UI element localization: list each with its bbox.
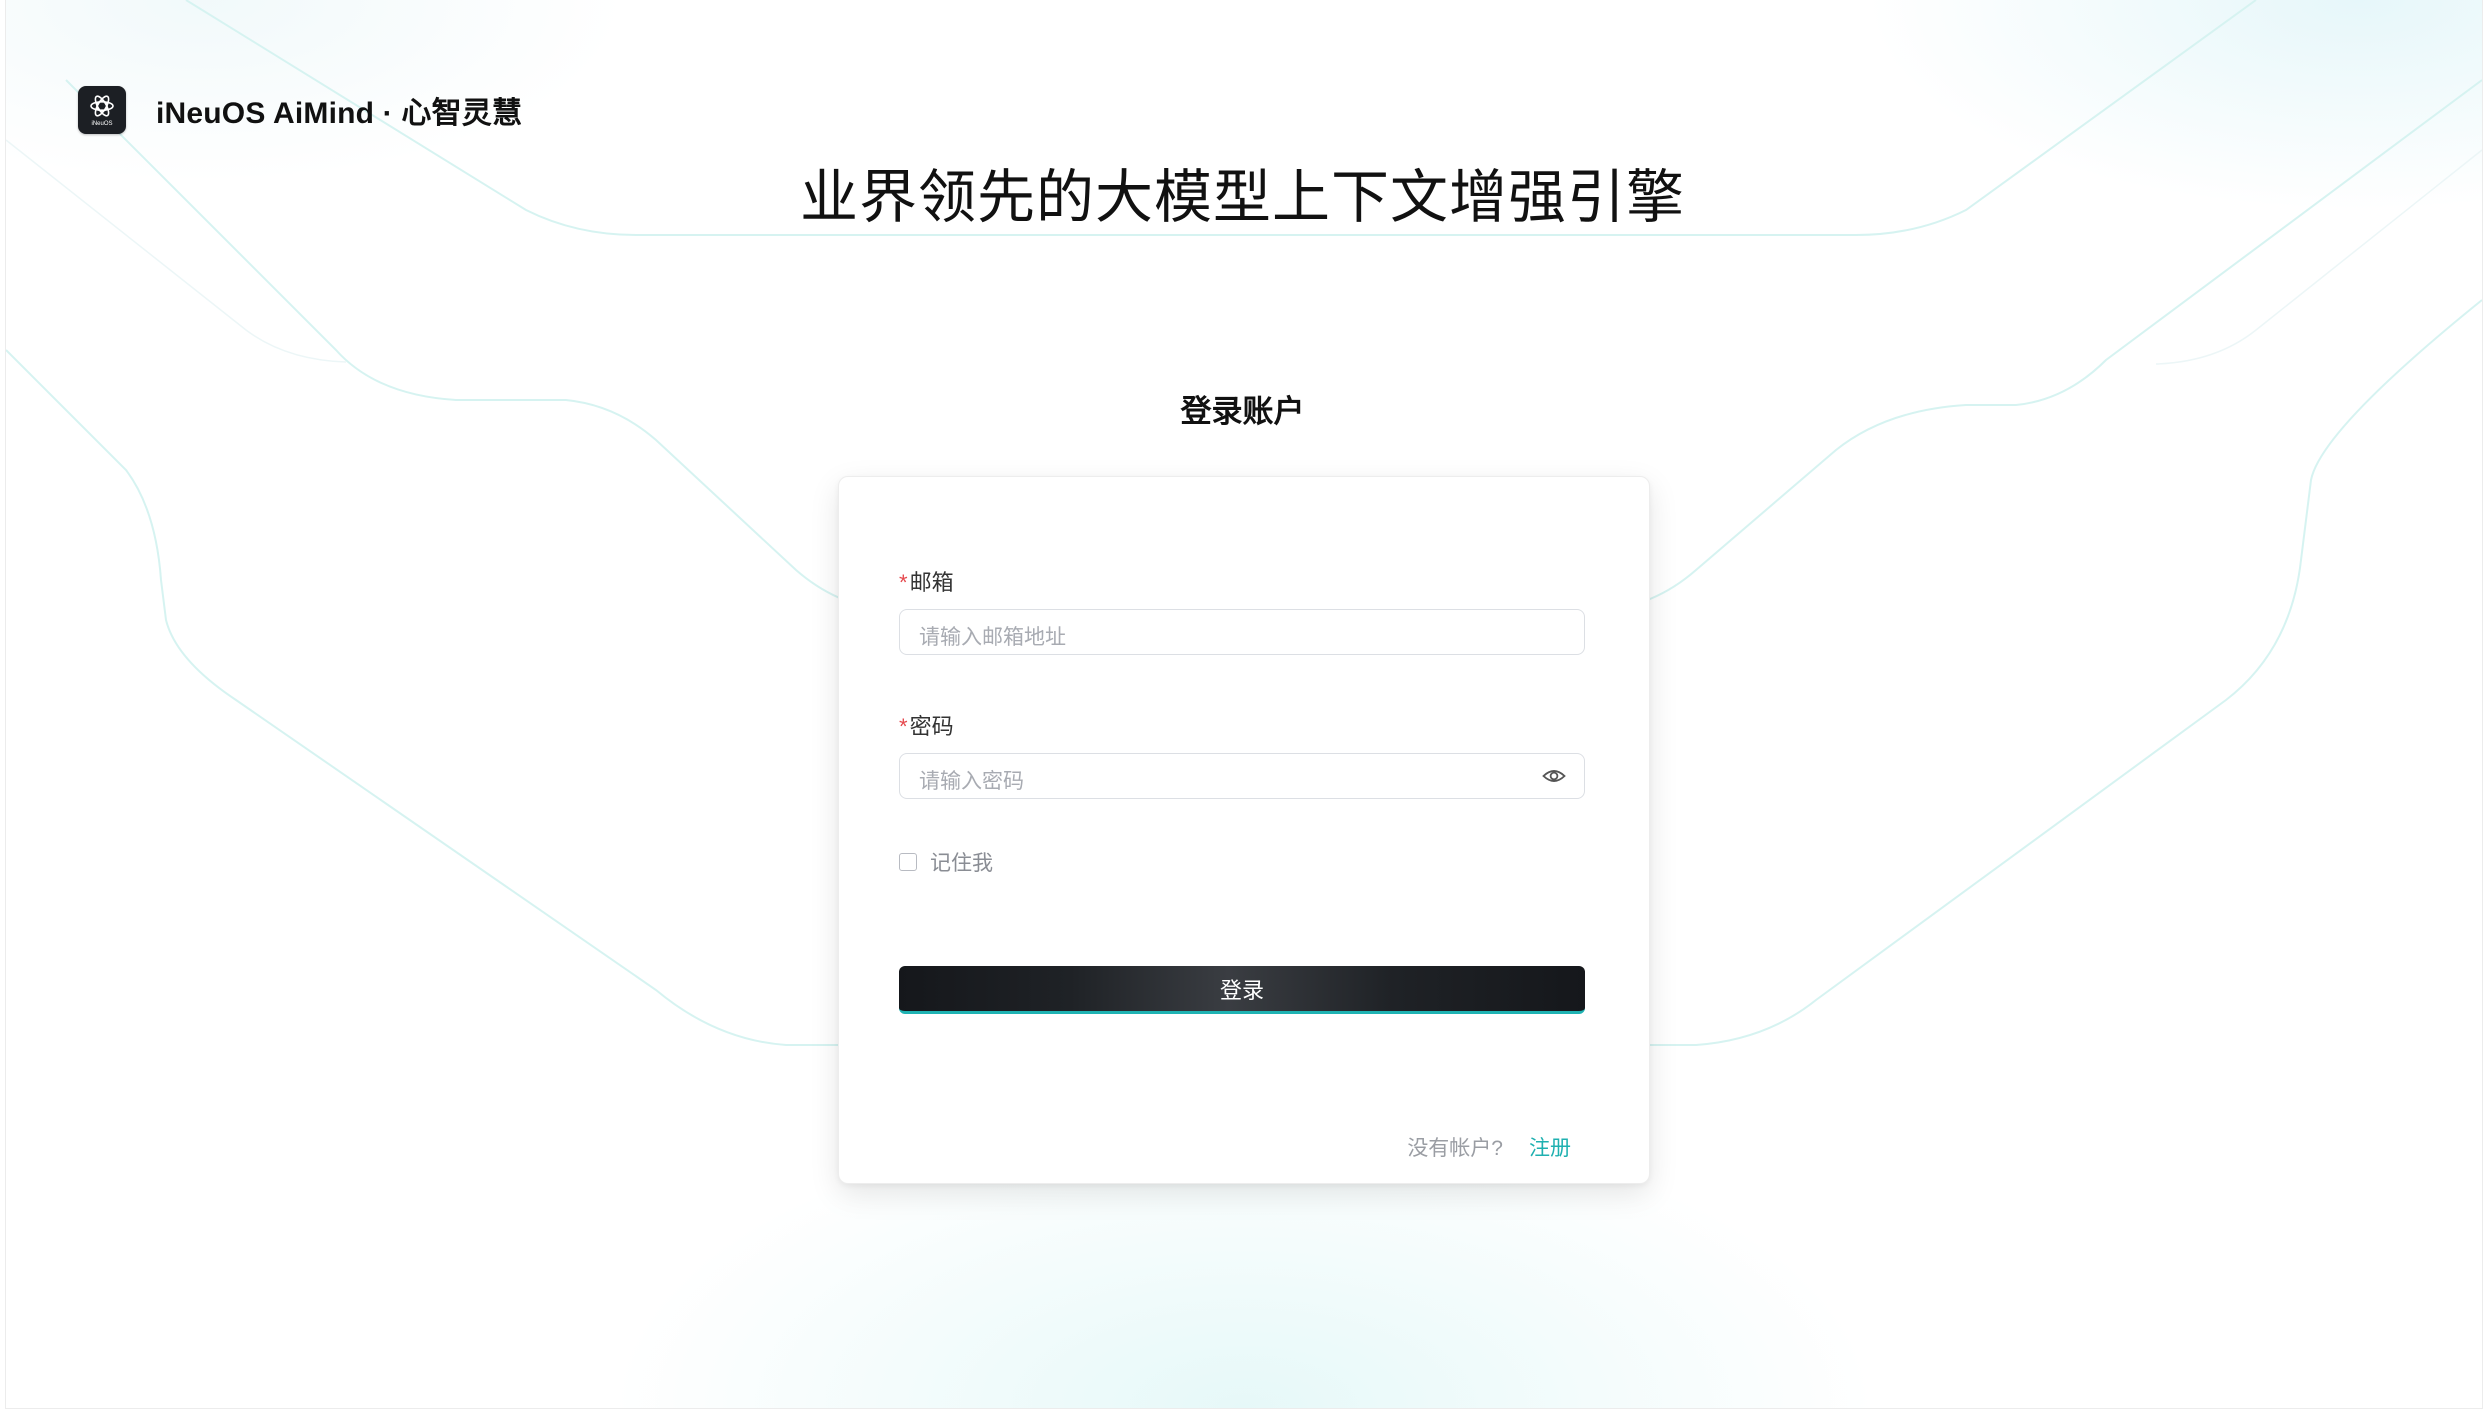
email-label-text: 邮箱 [909,570,954,595]
required-mark: * [899,570,908,595]
remember-me[interactable]: 记住我 [899,847,993,877]
brand-name: iNeuOS AiMind · 心智灵慧 [156,97,523,130]
remember-checkbox[interactable] [899,853,917,871]
password-label: *密码 [899,709,954,741]
email-label: *邮箱 [899,565,954,597]
signup-link[interactable]: 注册 [1529,1132,1571,1162]
password-label-text: 密码 [909,714,954,739]
login-button[interactable]: 登录 [899,966,1585,1014]
svg-text:iNeuOS: iNeuOS [91,121,112,127]
remember-label: 记住我 [930,852,993,875]
eye-icon[interactable] [1542,766,1566,786]
brand-header: iNeuOS iNeuOS AiMind · 心智灵慧 [78,86,522,134]
login-card: *邮箱 请输入邮箱地址 *密码 请输入密码 记住我 登录 没有帐户? 注册 [838,476,1650,1184]
password-field[interactable]: 请输入密码 [899,753,1585,799]
email-field[interactable]: 请输入邮箱地址 [899,609,1585,655]
email-placeholder: 请输入邮箱地址 [919,626,1066,649]
signup-hint: 没有帐户? [1407,1137,1503,1160]
hero-title: 业界领先的大模型上下文增强引擎 [799,165,1685,230]
login-heading: 登录账户 [1180,394,1305,429]
signup-row: 没有帐户? 注册 [1407,1132,1571,1162]
atom-gear-logo-icon[interactable]: iNeuOS [78,86,126,134]
password-placeholder: 请输入密码 [919,770,1024,793]
required-mark: * [899,714,908,739]
